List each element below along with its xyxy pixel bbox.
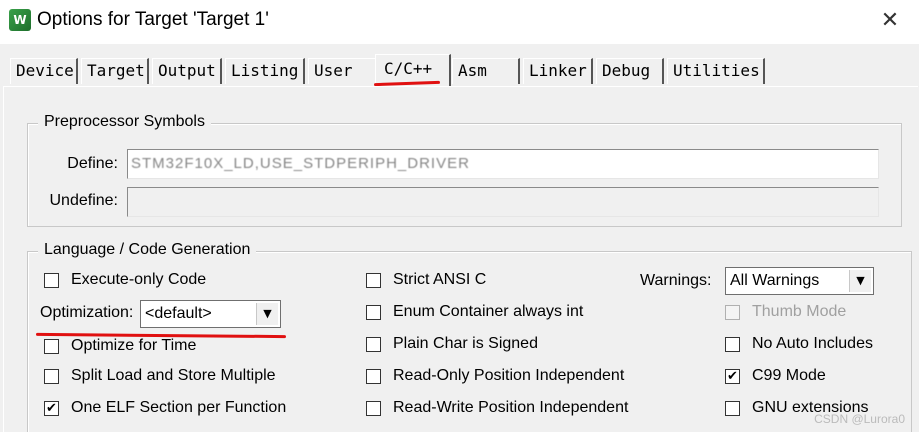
window-title: Options for Target 'Target 1' bbox=[37, 9, 269, 30]
no-auto-includes-label: No Auto Includes bbox=[752, 335, 873, 352]
enum-container-option[interactable]: Enum Container always int bbox=[366, 301, 583, 323]
tab-listing[interactable]: Listing bbox=[225, 58, 305, 84]
plain-char-label: Plain Char is Signed bbox=[393, 335, 538, 352]
tab-user[interactable]: User bbox=[308, 58, 375, 84]
optimize-time-checkbox[interactable] bbox=[44, 338, 59, 354]
chevron-down-icon[interactable]: ▼ bbox=[256, 303, 278, 325]
rw-position-independent-option[interactable]: Read-Write Position Independent bbox=[366, 397, 628, 419]
language-code-generation-title: Language / Code Generation bbox=[38, 241, 257, 259]
no-auto-includes-option[interactable]: No Auto Includes bbox=[725, 333, 873, 355]
define-label: Define: bbox=[67, 155, 118, 172]
enum-container-checkbox[interactable] bbox=[366, 304, 381, 320]
thumb-mode-option: Thumb Mode bbox=[725, 301, 846, 323]
execute-only-option[interactable]: Execute-only Code bbox=[44, 269, 206, 291]
optimization-value: <default> bbox=[145, 305, 212, 322]
strict-ansi-option[interactable]: Strict ANSI C bbox=[366, 269, 486, 291]
watermark: CSDN @Lurora0 bbox=[814, 412, 905, 426]
plain-char-option[interactable]: Plain Char is Signed bbox=[366, 333, 538, 355]
undefine-label: Undefine: bbox=[49, 192, 119, 209]
tab-device[interactable]: Device bbox=[10, 58, 78, 84]
one-elf-checkbox[interactable]: ✔ bbox=[44, 400, 59, 416]
rw-position-independent-label: Read-Write Position Independent bbox=[393, 399, 629, 416]
define-value: STM32F10X_LD,USE_STDPERIPH_DRIVER bbox=[131, 155, 470, 172]
gnu-extensions-checkbox[interactable] bbox=[725, 400, 740, 416]
keil-app-icon: W bbox=[9, 9, 31, 31]
preprocessor-symbols-title: Preprocessor Symbols bbox=[38, 113, 211, 131]
strict-ansi-label: Strict ANSI C bbox=[393, 271, 487, 288]
title-bar: W Options for Target 'Target 1' ✕ bbox=[0, 0, 919, 44]
undefine-field[interactable] bbox=[127, 187, 879, 217]
strict-ansi-checkbox[interactable] bbox=[366, 272, 381, 288]
tab-asm[interactable]: Asm bbox=[452, 58, 520, 84]
thumb-mode-label: Thumb Mode bbox=[752, 303, 847, 320]
warnings-select[interactable]: All Warnings ▼ bbox=[725, 267, 874, 295]
close-icon[interactable]: ✕ bbox=[875, 6, 905, 36]
tab-debug[interactable]: Debug bbox=[596, 58, 664, 84]
one-elf-option[interactable]: ✔ One ELF Section per Function bbox=[44, 397, 286, 419]
ro-position-independent-checkbox[interactable] bbox=[366, 368, 381, 384]
rw-position-independent-checkbox[interactable] bbox=[366, 400, 381, 416]
warnings-value: All Warnings bbox=[730, 272, 820, 289]
ro-position-independent-option[interactable]: Read-Only Position Independent bbox=[366, 365, 624, 387]
warnings-label: Warnings: bbox=[640, 272, 712, 289]
c99-mode-label: C99 Mode bbox=[752, 367, 826, 384]
tab-output[interactable]: Output bbox=[152, 58, 222, 84]
tab-linker[interactable]: Linker bbox=[523, 58, 593, 84]
split-load-option[interactable]: Split Load and Store Multiple bbox=[44, 365, 276, 387]
optimization-select[interactable]: <default> ▼ bbox=[140, 300, 281, 328]
enum-container-label: Enum Container always int bbox=[393, 303, 584, 320]
c99-mode-checkbox[interactable]: ✔ bbox=[725, 368, 740, 384]
tab-strip: Device Target Output Listing User C/C++ … bbox=[0, 54, 919, 86]
optimize-time-label: Optimize for Time bbox=[71, 337, 197, 354]
ro-position-independent-label: Read-Only Position Independent bbox=[393, 367, 625, 384]
thumb-mode-checkbox bbox=[725, 304, 740, 320]
execute-only-checkbox[interactable] bbox=[44, 272, 59, 288]
c99-mode-option[interactable]: ✔ C99 Mode bbox=[725, 365, 826, 387]
chevron-down-icon[interactable]: ▼ bbox=[849, 270, 871, 292]
split-load-checkbox[interactable] bbox=[44, 368, 59, 384]
no-auto-includes-checkbox[interactable] bbox=[725, 336, 740, 352]
split-load-label: Split Load and Store Multiple bbox=[71, 367, 276, 384]
one-elf-label: One ELF Section per Function bbox=[71, 399, 287, 416]
optimize-time-option[interactable]: Optimize for Time bbox=[44, 335, 196, 357]
plain-char-checkbox[interactable] bbox=[366, 336, 381, 352]
execute-only-label: Execute-only Code bbox=[71, 271, 207, 288]
optimization-label: Optimization: bbox=[40, 304, 134, 321]
tab-target[interactable]: Target bbox=[81, 58, 149, 84]
define-field[interactable]: STM32F10X_LD,USE_STDPERIPH_DRIVER bbox=[127, 149, 879, 179]
tab-utilities[interactable]: Utilities bbox=[667, 58, 765, 84]
